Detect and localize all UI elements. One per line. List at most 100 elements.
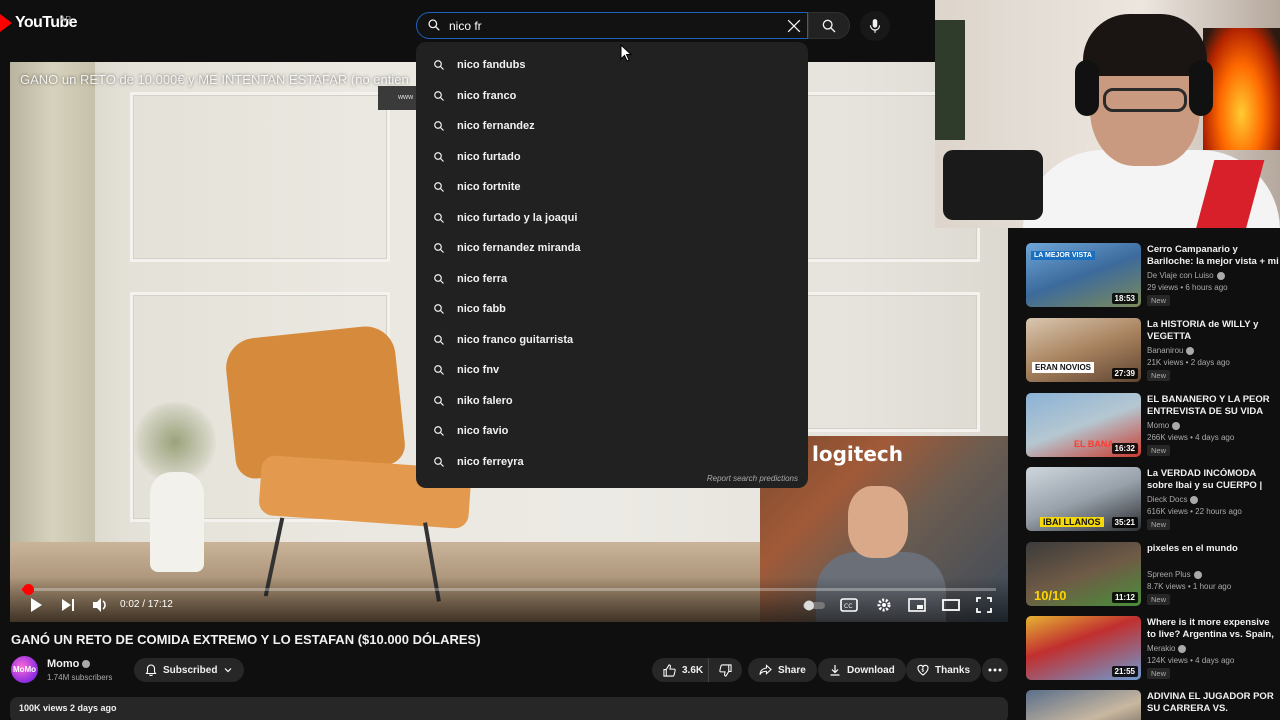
new-badge: New: [1147, 370, 1171, 381]
recommended-video-title[interactable]: Cerro Campanario y Bariloche: la mejor v…: [1147, 244, 1280, 269]
description-box[interactable]: 100K views 2 days ago: [10, 697, 1008, 720]
thumbnail-caption: 10/10: [1034, 588, 1067, 603]
channel-avatar[interactable]: MoMo: [11, 656, 38, 683]
suggestion-label: nico fortnite: [457, 181, 521, 194]
like-button[interactable]: 3.6K: [652, 658, 714, 682]
voice-search-button[interactable]: [860, 11, 890, 41]
video-duration: 21:55: [1111, 666, 1138, 677]
video-thumbnail[interactable]: [1026, 690, 1141, 720]
video-overlay-badge: www: [378, 86, 418, 110]
download-button[interactable]: Download: [818, 658, 906, 682]
recommended-video[interactable]: ERAN NOVIOS 27:39 La HISTORIA de WILLY y V…: [1026, 318, 1280, 384]
webcam-plant: [935, 20, 965, 140]
autoplay-toggle-icon[interactable]: [802, 597, 826, 613]
thanks-button[interactable]: $ Thanks: [906, 658, 982, 682]
progress-bar[interactable]: [22, 584, 996, 595]
progress-scrubber[interactable]: [22, 584, 34, 595]
theater-mode-icon[interactable]: [942, 597, 960, 613]
recommended-video[interactable]: LA MEJOR VISTA 18:53 Cerro Campanario y Ba…: [1026, 243, 1280, 309]
share-button[interactable]: Share: [748, 658, 817, 682]
recommended-channel-name: Momo: [1147, 421, 1170, 430]
search-icon: [822, 19, 836, 32]
recommended-video[interactable]: 21:55 Where is it more expensive to live?…: [1026, 616, 1280, 682]
recommended-channel[interactable]: De Viaje con Luiso: [1147, 271, 1225, 280]
recommended-video[interactable]: IBAI LLANOS 35:21 La VERDAD INCÓMODA sobre…: [1026, 467, 1280, 533]
recommended-channel[interactable]: Merakio: [1147, 644, 1187, 653]
like-count: 3.6K: [682, 664, 704, 676]
recommended-video-title[interactable]: pixeles en el mundo: [1147, 543, 1280, 555]
report-predictions-link[interactable]: Report search predictions: [707, 474, 798, 483]
next-icon[interactable]: [60, 597, 76, 613]
search-suggestion[interactable]: niko falero: [416, 386, 808, 417]
search-suggestion[interactable]: nico fernandez: [416, 111, 808, 142]
video-thumbnail[interactable]: 21:55: [1026, 616, 1141, 680]
new-badge: New: [1147, 445, 1171, 456]
video-duration: 18:53: [1111, 293, 1138, 304]
search-box[interactable]: [416, 12, 808, 39]
search-suggestion[interactable]: nico franco guitarrista: [416, 325, 808, 356]
suggestion-label: nico fabb: [457, 303, 506, 316]
search-button[interactable]: [808, 12, 850, 39]
search-suggestion[interactable]: nico fnv: [416, 355, 808, 386]
search-suggestion[interactable]: nico favio: [416, 416, 808, 447]
video-thumbnail[interactable]: LA MEJOR VISTA 18:53: [1026, 243, 1141, 307]
search-suggestion[interactable]: nico ferra: [416, 264, 808, 295]
subtitles-icon[interactable]: CC: [840, 597, 858, 613]
download-icon: [830, 665, 840, 676]
recommended-video-title[interactable]: La HISTORIA de WILLY y VEGETTA: [1147, 319, 1280, 343]
video-thumbnail[interactable]: 10/10 11:12: [1026, 542, 1141, 606]
microphone-icon: [869, 19, 881, 33]
channel-name[interactable]: Momo: [47, 658, 91, 670]
new-badge: New: [1147, 519, 1171, 530]
dislike-button[interactable]: [708, 658, 742, 682]
search-icon: [434, 90, 444, 101]
suggestion-label: nico franco: [457, 89, 517, 102]
search-icon: [434, 304, 444, 315]
recommended-channel[interactable]: Bananirou: [1147, 346, 1195, 355]
play-icon[interactable]: [28, 597, 44, 613]
search-suggestion[interactable]: nico fandubs: [416, 50, 808, 81]
search-suggestion[interactable]: nico fabb: [416, 294, 808, 325]
search-suggestion[interactable]: nico fortnite: [416, 172, 808, 203]
search-suggestion[interactable]: nico ferreyra: [416, 447, 808, 478]
video-thumbnail[interactable]: IBAI LLANOS 35:21: [1026, 467, 1141, 531]
thumbnail-caption: ERAN NOVIOS: [1032, 362, 1095, 373]
video-thumbnail[interactable]: EL BANA 16:32: [1026, 393, 1141, 457]
clear-search-button[interactable]: [784, 16, 804, 36]
settings-gear-icon[interactable]: [876, 597, 892, 613]
search-suggestion[interactable]: nico furtado y la joaqui: [416, 203, 808, 234]
recommended-video-title[interactable]: EL BANANERO Y LA PEOR ENTREVISTA DE SU V…: [1147, 394, 1280, 418]
more-actions-button[interactable]: [982, 658, 1008, 682]
miniplayer-icon[interactable]: [908, 597, 926, 613]
recommended-meta: 616K views • 22 hours ago: [1147, 507, 1242, 516]
fullscreen-icon[interactable]: [976, 597, 992, 613]
video-duration: 16:32: [1111, 443, 1138, 454]
recommended-video[interactable]: 10/10 11:12 pixeles en el mundo Spreen Plus…: [1026, 542, 1280, 608]
video-frame-chair: [223, 323, 407, 481]
recommended-video-title[interactable]: La VERDAD INCÓMODA sobre Ibai y su CUERP…: [1147, 468, 1280, 493]
verified-icon: [1216, 271, 1225, 280]
recommended-channel[interactable]: Spreen Plus: [1147, 570, 1202, 579]
recommended-video[interactable]: EL BANA 16:32 EL BANANERO Y LA PEOR ENTREV…: [1026, 393, 1280, 459]
thumbnail-caption: EL BANA: [1074, 439, 1114, 449]
search-suggestion[interactable]: nico franco: [416, 81, 808, 112]
new-badge: New: [1147, 668, 1171, 679]
recommended-video-title[interactable]: ADIVINA EL JUGADOR POR SU CARRERA VS. LI…: [1147, 691, 1280, 716]
recommended-video-title[interactable]: Where is it more expensive to live? Arge…: [1147, 617, 1280, 642]
search-icon: [434, 182, 444, 193]
search-suggestion[interactable]: nico fernandez miranda: [416, 233, 808, 264]
recommended-video[interactable]: ADIVINA EL JUGADOR POR SU CARRERA VS. LI…: [1026, 690, 1280, 720]
video-thumbnail[interactable]: ERAN NOVIOS 27:39: [1026, 318, 1141, 382]
webcam-fireplace: [1203, 28, 1280, 150]
volume-icon[interactable]: [92, 597, 108, 613]
search-input[interactable]: [449, 17, 779, 35]
search-suggestion[interactable]: nico furtado: [416, 142, 808, 173]
video-overlay-title: GANO un RETO de 10.000€ y ME INTENTAN ES…: [20, 72, 409, 87]
recommended-channel[interactable]: Dieck Docs: [1147, 495, 1199, 504]
webcam-microphone: [943, 150, 1043, 220]
subscribed-button[interactable]: Subscribed: [134, 658, 245, 682]
recommended-meta: 29 views • 6 hours ago: [1147, 283, 1228, 292]
recommended-channel[interactable]: Momo: [1147, 421, 1181, 430]
suggestion-label: nico franco guitarrista: [457, 333, 574, 346]
search-icon: [434, 456, 444, 467]
